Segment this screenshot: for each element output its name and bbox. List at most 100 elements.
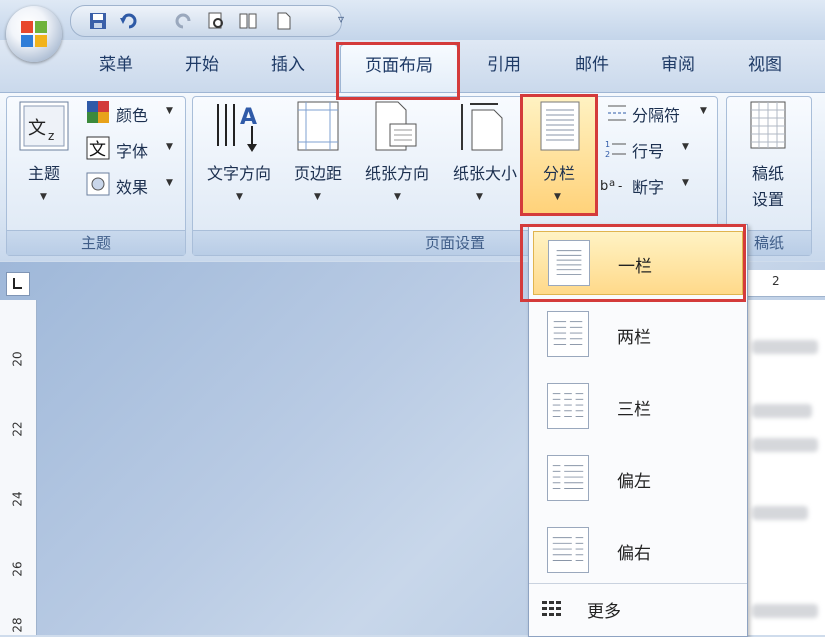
menu-item-label: 更多 [587,602,621,622]
tab-review[interactable]: 审阅 [648,50,708,80]
vertical-ruler[interactable]: 20 22 24 26 28 [0,300,37,635]
text-direction-label[interactable]: 文字方向 [198,160,280,184]
text-direction-icon[interactable]: A [212,100,264,154]
themes-dropdown-icon[interactable]: ▼ [40,192,47,202]
office-button[interactable] [6,6,62,62]
ruler-number: 26 [10,561,25,577]
theme-fonts-dropdown-icon[interactable]: ▼ [166,142,173,152]
ruler-number: 20 [10,351,25,367]
page-size-icon[interactable] [458,100,508,154]
svg-text:文: 文 [28,118,46,139]
two-columns-icon [547,311,589,357]
menu-item-label: 两栏 [617,328,651,348]
columns-dropdown-menu: 一栏 两栏 三栏 偏左 偏右 更多 [528,224,748,637]
menu-item-label: 一栏 [618,257,652,277]
columns-icon[interactable] [239,12,257,30]
theme-effects-label[interactable]: 效果 [116,174,148,198]
menu-item-label: 三栏 [617,400,651,420]
tab-menu[interactable]: 菜单 [86,50,146,80]
svg-text:a: a [609,178,615,189]
menu-separator [529,583,747,584]
ruler-number: 2 [772,274,780,288]
one-column-icon [548,240,590,286]
blurred-text [752,404,812,418]
menu-item-three-columns[interactable]: 三栏 [533,375,743,439]
theme-effects-icon[interactable] [86,172,110,196]
customize-toolbar-icon[interactable]: ▿ [338,12,344,26]
print-preview-icon[interactable] [207,12,225,30]
svg-text:1: 1 [605,140,610,149]
columns-dropdown-icon: ▼ [554,192,561,202]
more-columns-icon [542,601,561,616]
theme-fonts-label[interactable]: 字体 [116,138,148,162]
theme-fonts-icon[interactable]: 文 [86,136,110,160]
page-size-dropdown-icon[interactable]: ▼ [476,192,483,202]
right-column-icon [547,527,589,573]
line-numbers-icon[interactable]: 12 [604,138,628,160]
tab-stop-selector[interactable] [6,272,30,296]
orientation-icon[interactable] [370,100,420,154]
undo-icon[interactable] [119,12,137,30]
svg-text:A: A [240,105,257,130]
columns-label: 分栏 [542,164,575,183]
left-tab-icon [13,278,22,289]
menu-item-one-column[interactable]: 一栏 [533,231,743,295]
tab-references[interactable]: 引用 [474,50,534,80]
menu-item-label: 偏左 [617,472,651,492]
breaks-icon[interactable] [604,102,628,124]
orientation-label[interactable]: 纸张方向 [356,160,438,184]
draft-paper-icon[interactable] [748,100,788,150]
theme-effects-dropdown-icon[interactable]: ▼ [166,178,173,188]
tab-view[interactable]: 视图 [735,50,795,80]
new-document-icon[interactable] [275,12,293,30]
svg-text:z: z [48,129,54,143]
menu-item-more-columns[interactable]: 更多 [533,587,743,632]
margins-icon[interactable] [294,100,342,154]
blurred-text [752,506,808,520]
svg-text:b: b [600,179,608,194]
svg-text:文: 文 [89,140,106,160]
office-logo-icon [21,21,47,47]
horizontal-ruler[interactable]: 2 [742,270,825,297]
save-icon[interactable] [89,12,107,30]
three-columns-icon [547,383,589,429]
margins-label[interactable]: 页边距 [286,160,350,184]
menu-item-right[interactable]: 偏右 [533,519,743,583]
themes-icon[interactable]: 文 z [18,100,70,152]
themes-label[interactable]: 主题 [20,160,68,184]
theme-colors-icon[interactable] [86,100,110,124]
line-numbers-label[interactable]: 行号 [632,138,664,162]
text-direction-dropdown-icon[interactable]: ▼ [236,192,243,202]
menu-item-two-columns[interactable]: 两栏 [533,303,743,367]
tab-home[interactable]: 开始 [172,50,232,80]
breaks-dropdown-icon[interactable]: ▼ [700,106,707,116]
tab-page-layout[interactable]: 页面布局 [340,44,458,93]
tab-mailings[interactable]: 邮件 [562,50,622,80]
tab-insert[interactable]: 插入 [258,50,318,80]
hyphenation-label[interactable]: 断字 [632,174,664,198]
page-size-label[interactable]: 纸张大小 [444,160,526,184]
theme-colors-label[interactable]: 颜色 [116,102,148,126]
hyphenation-dropdown-icon[interactable]: ▼ [682,178,689,188]
svg-text:2: 2 [605,150,610,159]
orientation-dropdown-icon[interactable]: ▼ [394,192,401,202]
redo-icon[interactable] [175,12,193,30]
quick-access-toolbar [70,5,342,37]
blurred-text [752,604,818,618]
theme-group-label: 主题 [7,230,185,255]
draft-paper-label-1[interactable]: 稿纸 [738,160,798,184]
columns-button-icon [540,101,580,151]
document-page[interactable] [742,300,825,635]
margins-dropdown-icon[interactable]: ▼ [314,192,321,202]
menu-item-left[interactable]: 偏左 [533,447,743,511]
ruler-number: 24 [10,491,25,507]
breaks-label[interactable]: 分隔符 [632,102,680,126]
left-column-icon [547,455,589,501]
draft-paper-label-2[interactable]: 设置 [738,186,798,210]
line-numbers-dropdown-icon[interactable]: ▼ [682,142,689,152]
hyphenation-icon[interactable]: ba- [600,174,628,196]
svg-text:-: - [618,179,622,193]
blurred-text [752,438,818,452]
theme-colors-dropdown-icon[interactable]: ▼ [166,106,173,116]
ruler-number: 22 [10,421,25,437]
